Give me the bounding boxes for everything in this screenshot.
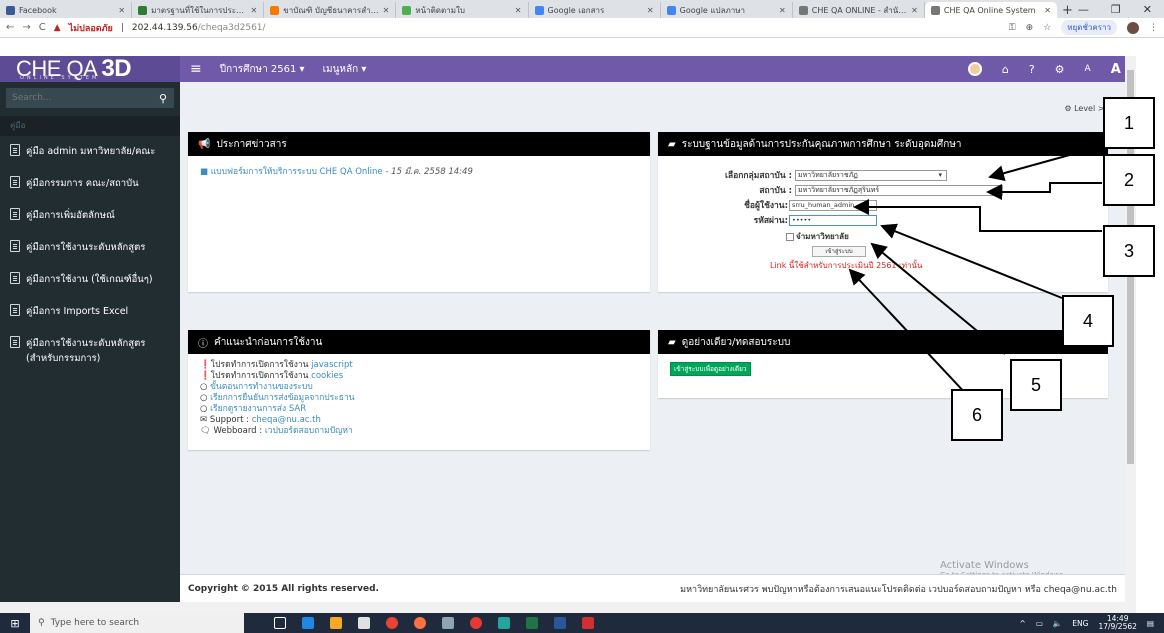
callout-2: 2 (1103, 154, 1155, 206)
clock-date: 17/9/2562 (1098, 622, 1137, 631)
taskbar-apps (274, 617, 594, 629)
taskbar-search-placeholder: Type here to search (50, 618, 140, 628)
app-icon[interactable] (442, 617, 454, 629)
annotation-arrows (848, 145, 1103, 397)
arrow-6 (848, 268, 969, 397)
taskbar-search[interactable]: ⚲ Type here to search (30, 613, 244, 633)
system-tray: ^ ▭ 🔈 ENG 14:49 17/9/2562 ▤ (1020, 615, 1164, 631)
chrome-icon[interactable] (386, 617, 398, 629)
callout-5: 5 (1010, 359, 1062, 411)
chevron-up-icon[interactable]: ^ (1020, 619, 1026, 628)
excel-icon[interactable] (526, 617, 538, 629)
windows-start-icon[interactable]: ⊞ (0, 617, 30, 630)
clock[interactable]: 14:49 17/9/2562 (1098, 615, 1136, 631)
acrobat-icon[interactable] (582, 617, 594, 629)
firefox-icon[interactable] (414, 617, 426, 629)
callout-6: 6 (951, 389, 1003, 441)
task-view-icon[interactable] (274, 617, 286, 629)
volume-icon[interactable]: 🔈 (1053, 619, 1062, 628)
arrow-2 (986, 182, 1102, 200)
app-icon[interactable] (470, 617, 482, 629)
explorer-icon[interactable] (330, 617, 342, 629)
edge-icon[interactable] (302, 617, 314, 629)
search-icon: ⚲ (38, 618, 45, 628)
callout-1: 1 (1103, 97, 1155, 149)
network-icon[interactable]: ▭ (1036, 619, 1043, 628)
store-icon[interactable] (358, 617, 370, 629)
callout-4: 4 (1062, 295, 1114, 347)
arrow-3 (853, 199, 1102, 232)
callout-3: 3 (1103, 225, 1155, 277)
arrow-5 (870, 242, 1006, 355)
arrow-4 (880, 223, 1063, 299)
language-indicator[interactable]: ENG (1072, 619, 1088, 628)
word-icon[interactable] (554, 617, 566, 629)
notification-icon[interactable]: ▤ (1147, 619, 1154, 628)
windows-taskbar: ⊞ ⚲ Type here to search ^ ▭ 🔈 ENG 14:49 17… (0, 613, 1164, 633)
app-icon[interactable] (498, 617, 510, 629)
arrow-1 (988, 145, 1103, 181)
